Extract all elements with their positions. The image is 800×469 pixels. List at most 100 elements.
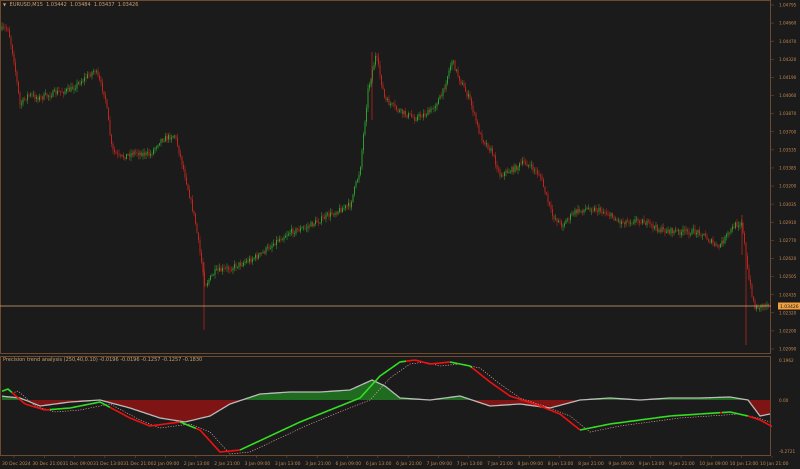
candle: [607, 214, 609, 216]
histogram-bar: [328, 391, 330, 400]
histogram-bar: [370, 380, 372, 400]
candle: [202, 262, 204, 273]
candle: [280, 239, 282, 240]
candle: [138, 153, 139, 156]
candle: [130, 153, 132, 157]
candle: [100, 79, 102, 83]
candle: [687, 229, 688, 232]
candle: [9, 29, 10, 38]
candle: [700, 234, 702, 236]
candle: [714, 242, 715, 246]
candle: [733, 226, 735, 229]
candle: [726, 234, 727, 237]
histogram-bar: [197, 400, 199, 420]
candle: [502, 175, 504, 177]
candle: [246, 260, 247, 263]
candle: [214, 269, 216, 275]
price-chart[interactable]: 1.04795 1.04660 1.04470 1.04320 1.04190 1.040…: [0, 0, 800, 354]
histogram-bar: [218, 400, 220, 412]
candle: [271, 245, 273, 249]
candle: [301, 227, 303, 229]
histogram-bar: [160, 400, 162, 418]
time-axis-label: 7 Jan 21:00: [487, 461, 513, 467]
candle: [472, 105, 474, 113]
histogram-bar: [355, 387, 357, 400]
candle: [729, 232, 730, 234]
histogram-bar: [149, 400, 151, 415]
histogram-bar: [173, 400, 175, 421]
candle: [30, 94, 31, 96]
candle: [715, 244, 717, 246]
price-axis-label: 1.02200: [779, 328, 797, 333]
candle: [277, 239, 279, 242]
histogram-bar: [348, 390, 350, 400]
candle: [367, 88, 369, 108]
candle: [258, 254, 259, 259]
candle: [6, 27, 7, 29]
histogram-bar: [274, 393, 276, 400]
histogram-bar: [374, 380, 376, 400]
histogram-bar: [265, 393, 267, 400]
candle: [706, 236, 708, 240]
candle: [739, 224, 741, 226]
histogram-bar: [168, 400, 170, 420]
candle: [135, 151, 136, 153]
candle: [70, 86, 72, 92]
candle: [429, 109, 430, 113]
candle: [588, 208, 589, 209]
price-axis-label: 1.04190: [779, 75, 797, 80]
candle: [421, 116, 423, 118]
candle: [94, 71, 96, 72]
histogram-bar: [158, 400, 160, 418]
histogram-bar: [345, 390, 347, 400]
candle: [583, 209, 585, 213]
indicator-window[interactable]: 0.1962 0.00 -0.2721: [0, 356, 800, 456]
candle: [139, 152, 141, 156]
candle: [52, 90, 54, 97]
candle: [64, 91, 66, 94]
histogram-bar: [317, 392, 319, 400]
candle: [322, 216, 324, 218]
histogram-bar: [143, 400, 145, 413]
candle: [480, 133, 481, 135]
candle: [244, 262, 246, 263]
candle: [498, 168, 499, 170]
candle: [57, 90, 58, 95]
candle: [328, 213, 330, 217]
histogram-bar: [219, 400, 221, 411]
candle: [67, 87, 69, 90]
candle: [229, 269, 231, 271]
histogram-bar: [140, 400, 142, 412]
candle: [384, 89, 385, 97]
time-axis-label: 2 Jan 09:00: [154, 461, 180, 467]
histogram-bar: [334, 391, 336, 400]
candle: [565, 220, 567, 224]
candle: [96, 70, 97, 72]
candle: [664, 228, 666, 233]
candle: [742, 223, 744, 233]
candle: [454, 60, 456, 71]
candle: [231, 269, 232, 271]
candle: [249, 258, 250, 262]
candle: [748, 268, 750, 280]
candle: [591, 210, 592, 212]
candle: [331, 212, 333, 215]
histogram-bar: [487, 400, 489, 405]
candle: [580, 210, 582, 212]
candle: [240, 262, 241, 266]
candle: [756, 306, 757, 309]
candle: [694, 229, 696, 235]
candle: [697, 230, 699, 233]
histogram-bar: [156, 400, 158, 417]
histogram-bar: [267, 393, 269, 400]
histogram-bar: [327, 391, 329, 400]
ohlc-open: 1.03442: [46, 2, 67, 8]
triangle-down-icon[interactable]: ▼: [3, 2, 6, 7]
candle: [534, 170, 535, 172]
candle: [399, 110, 400, 112]
histogram-bar: [769, 400, 771, 415]
candle: [744, 232, 745, 243]
histogram-bar: [293, 392, 295, 400]
candle: [616, 219, 618, 221]
candle: [223, 268, 225, 269]
